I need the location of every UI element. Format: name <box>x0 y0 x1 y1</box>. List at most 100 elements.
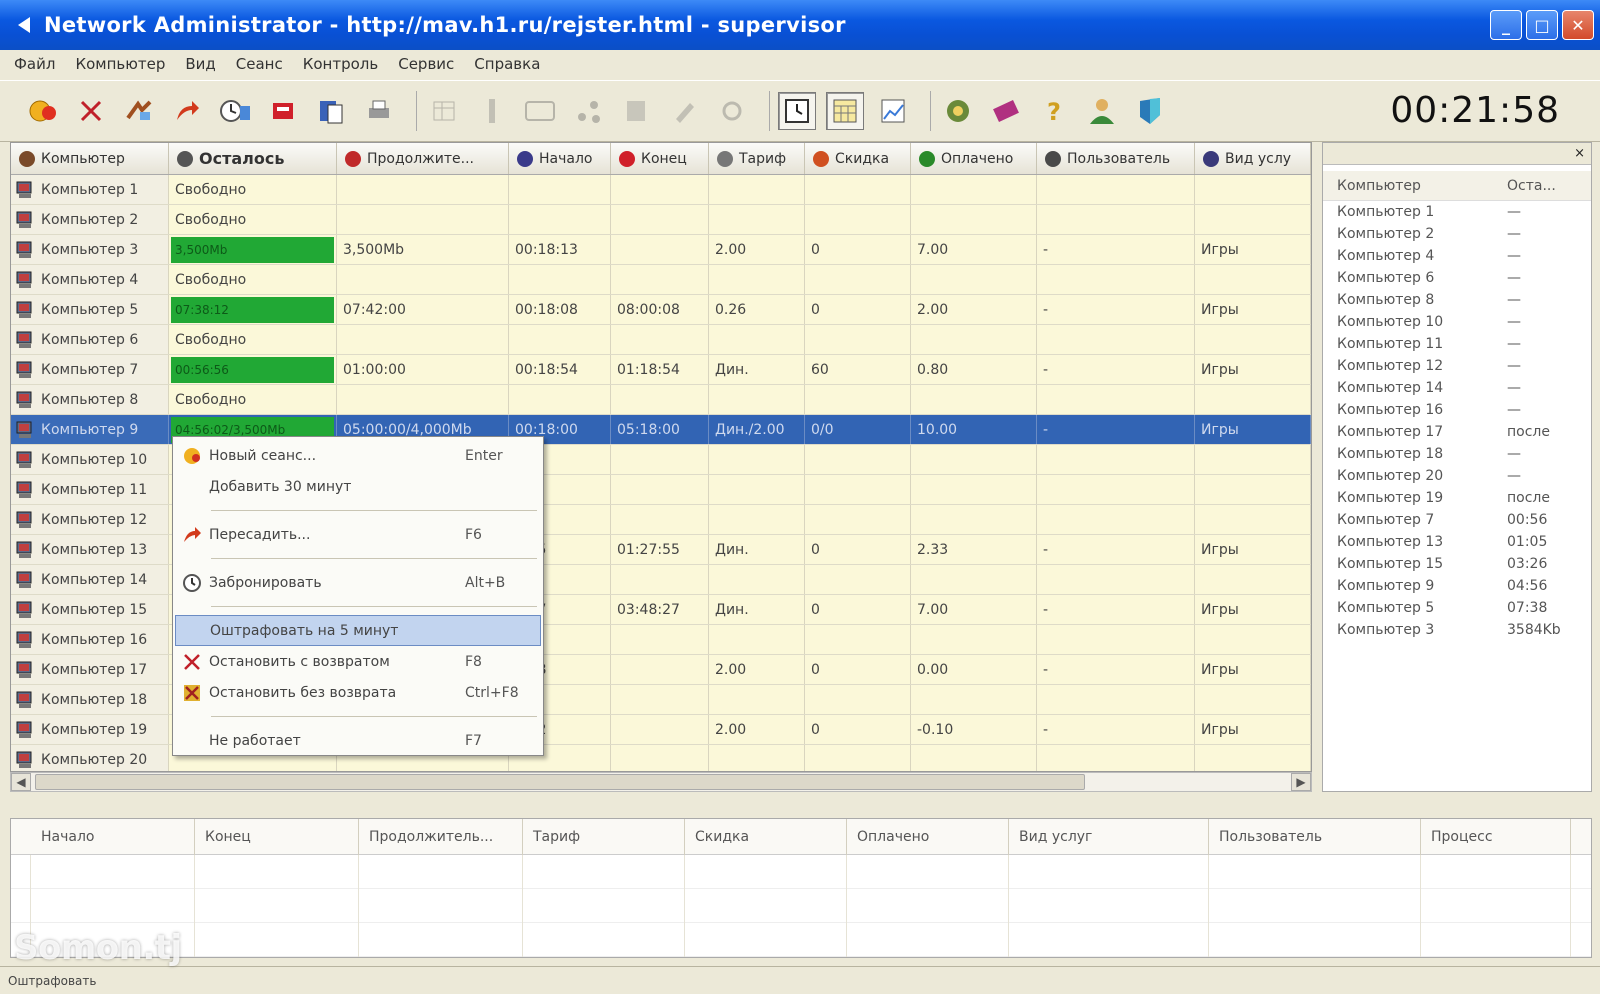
context-menu-item[interactable]: Не работает F7 <box>175 725 541 756</box>
history-column-header[interactable]: Процесс <box>1421 818 1571 855</box>
redirect-icon[interactable] <box>168 92 206 130</box>
settings-icon[interactable] <box>939 92 977 130</box>
queue-remaining: после <box>1507 424 1550 440</box>
tariff-icon[interactable] <box>987 92 1025 130</box>
history-column-header[interactable]: Пользователь <box>1209 818 1421 855</box>
queue-item[interactable]: Компьютер 20 — <box>1323 465 1591 487</box>
column-header-tariff[interactable]: Тариф <box>709 143 805 174</box>
user-icon[interactable] <box>1083 92 1121 130</box>
menu-control[interactable]: Контроль <box>303 55 379 73</box>
queue-item[interactable]: Компьютер 14 — <box>1323 377 1591 399</box>
computer-row[interactable]: Компьютер 4 Свободно <box>11 265 1311 295</box>
context-menu-item[interactable]: Новый сеанс... Enter <box>175 440 541 471</box>
column-header-paid[interactable]: Оплачено <box>911 143 1037 174</box>
window-icon[interactable] <box>521 92 559 130</box>
computer-row[interactable]: Компьютер 5 07:38:12 07:42:00 00:18:08 08:00… <box>11 295 1311 325</box>
column-header-start[interactable]: Начало <box>509 143 611 174</box>
queue-item[interactable]: Компьютер 8 — <box>1323 289 1591 311</box>
cell-end <box>611 625 709 654</box>
queue-item[interactable]: Компьютер 6 — <box>1323 267 1591 289</box>
context-menu-item[interactable]: Остановить с возвратом F8 <box>175 646 541 677</box>
computer-row[interactable]: Компьютер 3 3,500Mb 3,500Mb 00:18:13 2.00 0 7.… <box>11 235 1311 265</box>
edit-icon[interactable] <box>665 92 703 130</box>
queue-item[interactable]: Компьютер 3 3584Kb <box>1323 619 1591 641</box>
queue-col-computer[interactable]: Компьютер <box>1323 178 1501 194</box>
column-header-end[interactable]: Конец <box>611 143 709 174</box>
cell-text: 2.00 <box>715 661 747 678</box>
menu-service[interactable]: Сервис <box>398 55 454 73</box>
history-column-header[interactable]: Конец <box>195 818 359 855</box>
copy-icon[interactable] <box>312 92 350 130</box>
stop-icon[interactable] <box>72 92 110 130</box>
move-icon[interactable] <box>120 92 158 130</box>
shutdown-icon[interactable] <box>264 92 302 130</box>
info-icon[interactable] <box>473 92 511 130</box>
menu-view[interactable]: Вид <box>185 55 215 73</box>
queue-item[interactable]: Компьютер 19 после <box>1323 487 1591 509</box>
clock-view-icon[interactable] <box>778 92 816 130</box>
refresh-icon[interactable] <box>713 92 751 130</box>
context-menu-item[interactable]: Добавить 30 минут <box>175 471 541 502</box>
context-menu-item[interactable]: Забронировать Alt+B <box>175 567 541 598</box>
history-grid[interactable]: Начало Конец Продолжитель... Тариф Скидка Опл… <box>10 818 1592 958</box>
scroll-left-icon[interactable]: ◀ <box>11 773 31 791</box>
chart-view-icon[interactable] <box>874 92 912 130</box>
computer-row[interactable]: Компьютер 1 Свободно <box>11 175 1311 205</box>
network-icon[interactable] <box>569 92 607 130</box>
queue-col-remaining[interactable]: Оста... <box>1501 178 1556 194</box>
queue-item[interactable]: Компьютер 5 07:38 <box>1323 597 1591 619</box>
new-session-icon[interactable] <box>24 92 62 130</box>
history-column-header[interactable]: Начало <box>31 818 195 855</box>
queue-item[interactable]: Компьютер 16 — <box>1323 399 1591 421</box>
queue-item[interactable]: Компьютер 18 — <box>1323 443 1591 465</box>
column-header-clock[interactable]: Осталось <box>169 143 337 174</box>
column-header-pc[interactable]: Компьютер <box>11 143 169 174</box>
scroll-thumb[interactable] <box>35 774 1085 790</box>
maximize-button[interactable]: □ <box>1526 10 1558 40</box>
context-menu-item[interactable]: Остановить без возврата Ctrl+F8 <box>175 677 541 708</box>
history-column-header[interactable]: Вид услуг <box>1009 818 1209 855</box>
shield-icon[interactable] <box>1131 92 1169 130</box>
queue-item[interactable]: Компьютер 17 после <box>1323 421 1591 443</box>
computer-row[interactable]: Компьютер 6 Свободно <box>11 325 1311 355</box>
close-button[interactable]: ✕ <box>1562 10 1594 40</box>
menu-help[interactable]: Справка <box>474 55 540 73</box>
computer-row[interactable]: Компьютер 2 Свободно <box>11 205 1311 235</box>
queue-item[interactable]: Компьютер 15 03:26 <box>1323 553 1591 575</box>
minimize-button[interactable]: _ <box>1490 10 1522 40</box>
computer-row[interactable]: Компьютер 7 00:56:56 01:00:00 00:18:54 01:18… <box>11 355 1311 385</box>
menu-computer[interactable]: Компьютер <box>75 55 165 73</box>
history-column-header[interactable]: Продолжитель... <box>359 818 523 855</box>
queue-item[interactable]: Компьютер 7 00:56 <box>1323 509 1591 531</box>
history-column-header[interactable]: Тариф <box>523 818 685 855</box>
menu-file[interactable]: Файл <box>14 55 55 73</box>
column-header-disc[interactable]: Скидка <box>805 143 911 174</box>
scroll-right-icon[interactable]: ▶ <box>1291 773 1311 791</box>
calendar-view-icon[interactable] <box>826 92 864 130</box>
history-column-header[interactable]: Скидка <box>685 818 847 855</box>
column-header-dur[interactable]: Продолжите... <box>337 143 509 174</box>
column-header-user[interactable]: Пользователь <box>1037 143 1195 174</box>
context-menu-item[interactable]: Оштрафовать на 5 минут <box>175 615 541 646</box>
print-icon[interactable] <box>360 92 398 130</box>
help-icon[interactable]: ? <box>1035 92 1073 130</box>
table-icon[interactable] <box>425 92 463 130</box>
title-bar[interactable]: Network Administrator - http://mav.h1.ru… <box>0 0 1600 50</box>
queue-item[interactable]: Компьютер 10 — <box>1323 311 1591 333</box>
queue-item[interactable]: Компьютер 9 04:56 <box>1323 575 1591 597</box>
context-menu-item[interactable]: Пересадить... F6 <box>175 519 541 550</box>
menu-session[interactable]: Сеанс <box>236 55 283 73</box>
queue-item[interactable]: Компьютер 13 01:05 <box>1323 531 1591 553</box>
list-icon[interactable] <box>617 92 655 130</box>
column-header-svc[interactable]: Вид услу <box>1195 143 1311 174</box>
computer-row[interactable]: Компьютер 8 Свободно <box>11 385 1311 415</box>
queue-item[interactable]: Компьютер 2 — <box>1323 223 1591 245</box>
queue-item[interactable]: Компьютер 12 — <box>1323 355 1591 377</box>
horizontal-scrollbar[interactable]: ◀ ▶ <box>10 772 1312 792</box>
queue-item[interactable]: Компьютер 11 — <box>1323 333 1591 355</box>
queue-item[interactable]: Компьютер 1 — <box>1323 201 1591 223</box>
panel-close-icon[interactable]: × <box>1574 146 1585 161</box>
history-column-header[interactable]: Оплачено <box>847 818 1009 855</box>
queue-item[interactable]: Компьютер 4 — <box>1323 245 1591 267</box>
reserve-icon[interactable] <box>216 92 254 130</box>
